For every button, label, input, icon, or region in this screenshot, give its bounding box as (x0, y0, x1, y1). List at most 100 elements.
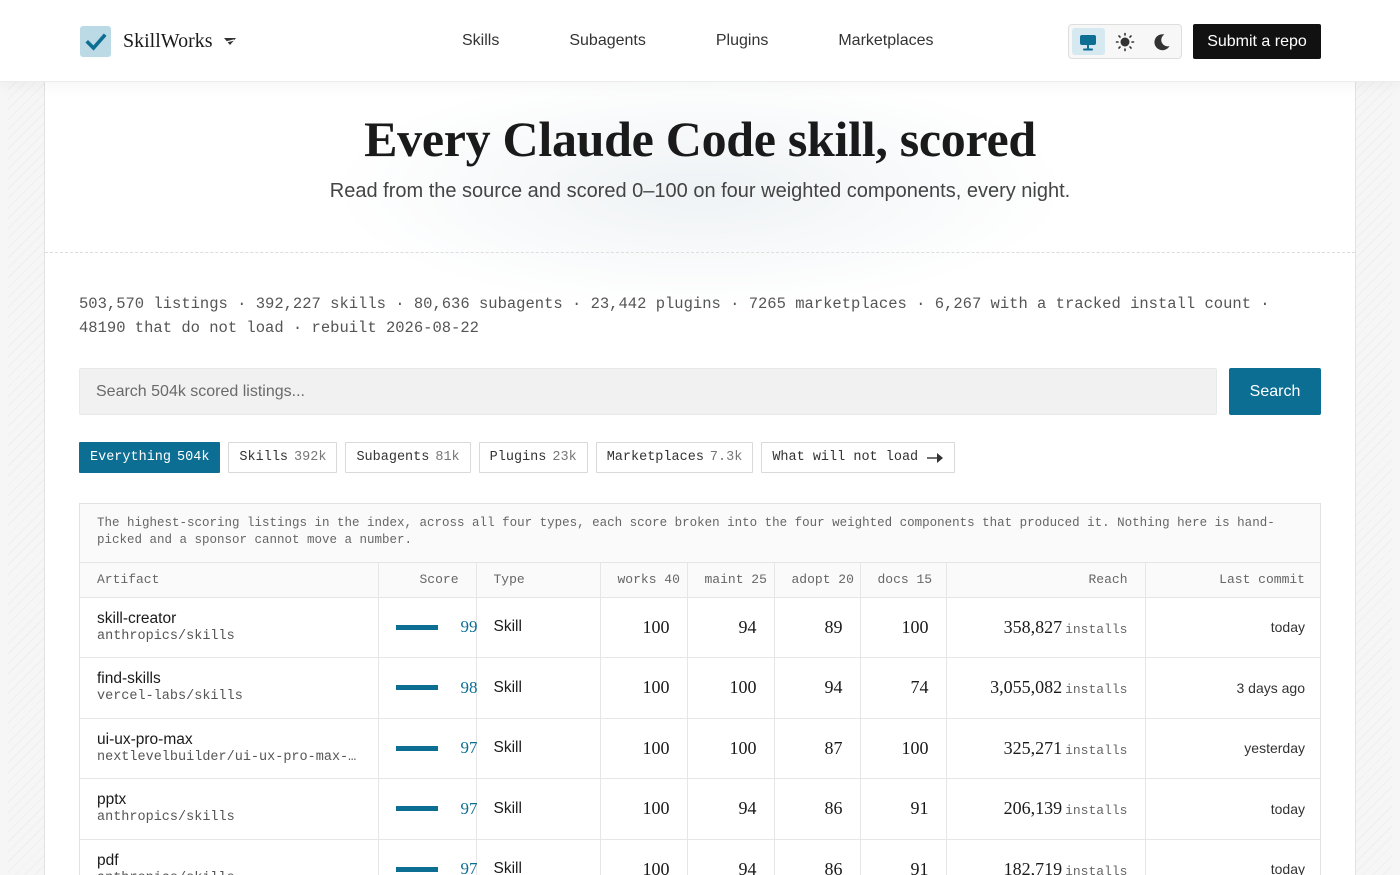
artifact-repo: anthropics/skills (97, 810, 235, 826)
score-value: 97 (460, 738, 478, 758)
score-bar (395, 624, 438, 630)
brand-switcher[interactable]: SkillWorks (80, 26, 237, 57)
top-bar: SkillWorks Skills Subagents Plugins Mark… (0, 0, 1400, 82)
score-value: 97 (460, 798, 478, 818)
reach-unit: installs (1065, 621, 1128, 637)
type-cell: Skill (476, 839, 601, 875)
table-row[interactable]: ui-ux-pro-max nextlevelbuilder/ui-ux-pro… (80, 718, 1320, 779)
monitor-icon[interactable] (1072, 28, 1105, 55)
page-subtitle: Read from the source and scored 0–100 on… (329, 180, 1071, 202)
chip-label: Skills (239, 450, 289, 465)
docs-score: 91 (860, 839, 947, 875)
reach-count: 325,271 (1003, 737, 1063, 758)
artifact-name[interactable]: pptx (97, 790, 361, 809)
chip-label: What will not load (772, 450, 919, 465)
col-adopt[interactable]: adopt 20 (774, 563, 861, 598)
filter-chips: Everything 504k Skills 392k Subagents 81… (79, 442, 956, 473)
maint-score: 94 (687, 778, 775, 840)
moon-icon[interactable] (1145, 28, 1178, 55)
table-row[interactable]: skill-creator anthropics/skills 99 Skill… (80, 597, 1320, 658)
sun-icon[interactable] (1109, 28, 1142, 55)
chip-label: Plugins (489, 450, 547, 465)
hero-divider (45, 252, 1355, 253)
col-type[interactable]: Type (476, 563, 601, 598)
reach-count: 3,055,082 (990, 677, 1063, 698)
filter-marketplaces[interactable]: Marketplaces 7.3k (595, 442, 754, 473)
works-score: 100 (600, 597, 688, 658)
reach-unit: installs (1065, 803, 1128, 819)
search-input[interactable] (79, 368, 1217, 415)
submit-repo-button[interactable]: Submit a repo (1193, 24, 1321, 59)
leaderboard-grid: Artifact Score Type works 40 maint 25 ad… (80, 563, 1320, 875)
filter-plugins[interactable]: Plugins 23k (478, 442, 588, 473)
main-nav: Skills Subagents Plugins Marketplaces (462, 32, 934, 50)
maint-score: 100 (687, 657, 775, 719)
score-bar (395, 685, 438, 691)
col-docs[interactable]: docs 15 (860, 563, 947, 598)
leaderboard-table: The highest-scoring listings in the inde… (79, 503, 1321, 875)
last-commit: today (1145, 597, 1320, 658)
filter-will-not-load[interactable]: What will not load (761, 442, 956, 473)
artifact-repo: anthropics/skills (97, 628, 235, 644)
table-row[interactable]: pptx anthropics/skills 97 Skill 100 94 8… (80, 778, 1320, 840)
chip-count: 81k (435, 450, 460, 465)
docs-score: 100 (860, 597, 947, 658)
type-cell: Skill (476, 597, 601, 658)
maint-score: 94 (687, 597, 775, 658)
type-cell: Skill (476, 778, 601, 840)
score-bar (395, 745, 438, 751)
checkbox-logo-icon (80, 26, 111, 57)
docs-score: 100 (860, 718, 947, 779)
filter-subagents[interactable]: Subagents 81k (345, 442, 471, 473)
works-score: 100 (600, 778, 688, 840)
last-commit: today (1145, 839, 1320, 875)
page-title: Every Claude Code skill, scored (364, 111, 1036, 167)
nav-marketplaces[interactable]: Marketplaces (838, 32, 933, 50)
chip-count: 504k (177, 450, 210, 465)
chip-label: Subagents (356, 450, 430, 465)
col-last-commit[interactable]: Last commit (1145, 563, 1320, 598)
filter-everything[interactable]: Everything 504k (79, 442, 221, 473)
score-value: 99 (460, 617, 478, 637)
caret-down-icon (223, 34, 237, 52)
chip-count: 7.3k (709, 450, 743, 465)
works-score: 100 (600, 839, 688, 875)
reach-count: 358,827 (1003, 616, 1063, 637)
table-row[interactable]: find-skills vercel-labs/skills 98 Skill … (80, 657, 1320, 719)
artifact-name[interactable]: ui-ux-pro-max (97, 730, 361, 749)
adopt-score: 89 (774, 597, 861, 658)
col-score[interactable]: Score (378, 563, 477, 598)
nav-subagents[interactable]: Subagents (569, 32, 646, 50)
type-cell: Skill (476, 657, 601, 719)
col-works[interactable]: works 40 (600, 563, 688, 598)
last-commit: today (1145, 778, 1320, 840)
col-artifact[interactable]: Artifact (80, 563, 379, 598)
col-reach[interactable]: Reach (946, 563, 1146, 598)
nav-plugins[interactable]: Plugins (716, 32, 768, 50)
artifact-name[interactable]: find-skills (97, 669, 361, 688)
table-caption: The highest-scoring listings in the inde… (80, 504, 1320, 563)
filter-skills[interactable]: Skills 392k (228, 442, 338, 473)
artifact-repo: vercel-labs/skills (97, 689, 243, 705)
artifact-name[interactable]: pdf (97, 851, 361, 870)
artifact-repo: nextlevelbuilder/ui-ux-pro-max-s… (97, 749, 361, 765)
docs-score: 74 (860, 657, 947, 719)
nav-skills[interactable]: Skills (462, 32, 499, 50)
reach-unit: installs (1065, 863, 1128, 875)
table-row[interactable]: pdf anthropics/skills 97 Skill 100 94 86… (80, 839, 1320, 875)
score-bar (395, 806, 438, 812)
col-maint[interactable]: maint 25 (687, 563, 775, 598)
chip-count: 392k (294, 450, 327, 465)
adopt-score: 94 (774, 657, 861, 719)
maint-score: 100 (687, 718, 775, 779)
adopt-score: 86 (774, 778, 861, 840)
last-commit: 3 days ago (1145, 657, 1320, 719)
index-stats: 503,570 listings · 392,227 skills · 80,6… (79, 295, 1270, 337)
type-cell: Skill (476, 718, 601, 779)
brand-name: SkillWorks (123, 30, 213, 52)
artifact-name[interactable]: skill-creator (97, 609, 361, 628)
search-button[interactable]: Search (1229, 368, 1321, 415)
works-score: 100 (600, 657, 688, 719)
last-commit: yesterday (1145, 718, 1320, 779)
works-score: 100 (600, 718, 688, 779)
